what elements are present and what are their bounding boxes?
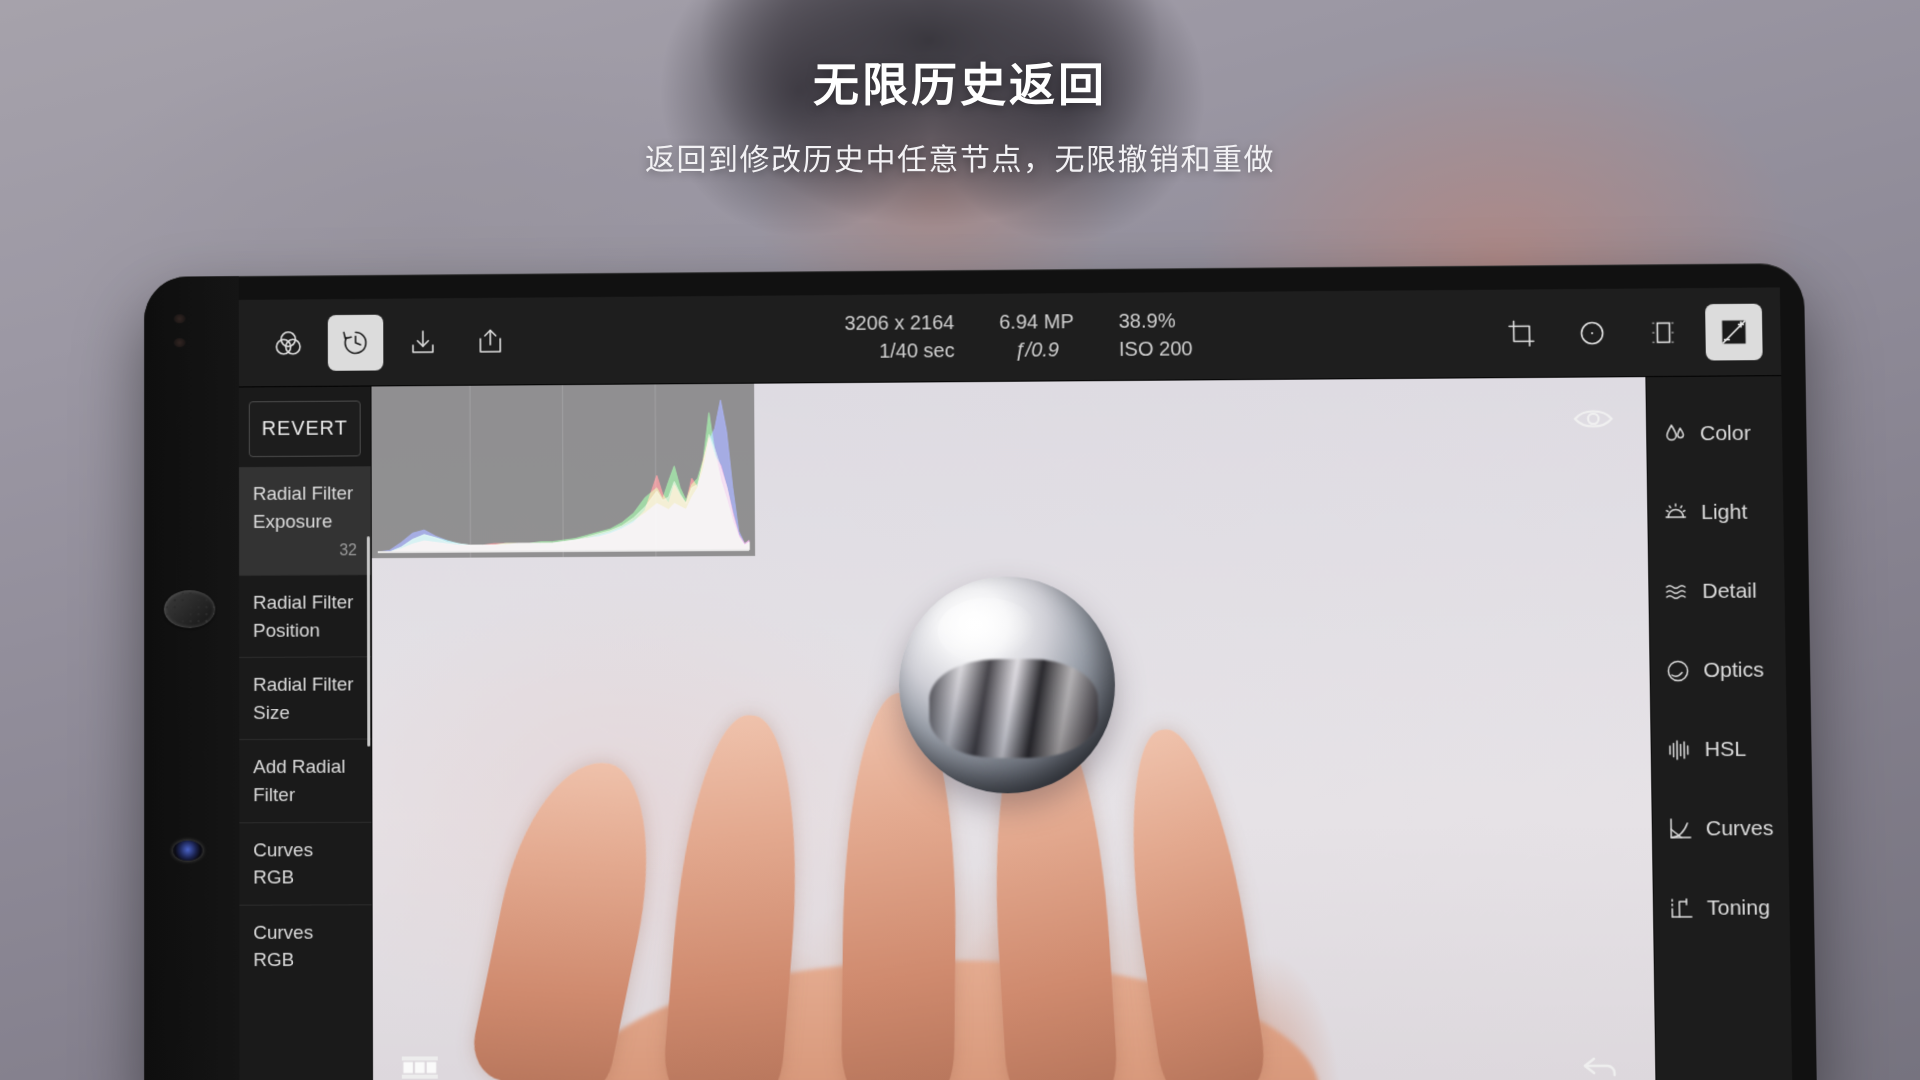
- tool-item-label: Curves: [1705, 816, 1774, 841]
- sphere-reflection: [928, 658, 1099, 759]
- image-metadata: 3206 x 2164 6.94 MP 38.9% 1/40 sec ƒ/0.9…: [807, 310, 1204, 364]
- history-item-radial-filter-position[interactable]: Radial Filter Position: [239, 574, 372, 658]
- device-mockup: 3206 x 2164 6.94 MP 38.9% 1/40 sec ƒ/0.9…: [144, 263, 1818, 1080]
- toolbar-right-group: [1493, 303, 1763, 361]
- history-item-value: 32: [339, 542, 357, 560]
- light-sensor-icon: [173, 338, 186, 348]
- histogram-chart: [371, 384, 755, 559]
- history-icon[interactable]: [327, 314, 384, 371]
- metadata-shutter-speed: 1/40 sec: [878, 340, 955, 363]
- metadata-row-bottom: 1/40 sec ƒ/0.9 ISO 200: [807, 338, 1204, 364]
- history-item-label: Curves RGB: [253, 839, 314, 889]
- curve-icon: [1667, 816, 1694, 843]
- tool-item-hsl[interactable]: HSL: [1651, 710, 1787, 790]
- eye-icon[interactable]: [1571, 404, 1616, 435]
- metadata-aperture: ƒ/0.9: [1014, 339, 1060, 362]
- history-item-label: Radial Filter Exposure: [252, 483, 354, 533]
- revert-button[interactable]: REVERT: [248, 400, 361, 458]
- tool-item-optics[interactable]: Optics: [1650, 631, 1786, 711]
- page-title: 无限历史返回: [813, 59, 1107, 111]
- metadata-dimensions: 3206 x 2164: [844, 312, 955, 335]
- device-left-rail: [144, 276, 240, 1080]
- history-item-add-radial-filter[interactable]: Add Radial Filter: [239, 738, 372, 822]
- history-item-label: Radial Filter Position: [252, 592, 354, 642]
- droplet-icon: [1661, 421, 1688, 447]
- chrome-sphere: [898, 575, 1116, 794]
- history-panel: REVERT Radial Filter Exposure 32 Radial …: [238, 386, 374, 1080]
- lens-icon: [1665, 658, 1692, 684]
- waves-icon: [1663, 579, 1690, 605]
- metadata-iso: ISO 200: [1118, 338, 1193, 361]
- frame-icon[interactable]: [1634, 304, 1692, 361]
- metadata-megapixels: 6.94 MP: [999, 311, 1074, 334]
- tools-panel: Color Light Detail Optics HSL Curves Ton…: [1645, 376, 1793, 1080]
- history-scrollbar[interactable]: [366, 536, 371, 747]
- tool-item-label: Toning: [1706, 896, 1771, 920]
- metadata-zoom-level: 38.9%: [1118, 310, 1176, 333]
- history-item-curves-rgb-2[interactable]: Curves RGB: [239, 903, 372, 987]
- rgb-histogram: [371, 383, 756, 559]
- app-screen: 3206 x 2164 6.94 MP 38.9% 1/40 sec ƒ/0.9…: [238, 287, 1793, 1080]
- tool-item-toning[interactable]: Toning: [1653, 869, 1790, 949]
- sun-icon: [1662, 500, 1689, 526]
- tool-item-curves[interactable]: Curves: [1652, 789, 1789, 869]
- metadata-row-top: 3206 x 2164 6.94 MP 38.9%: [807, 310, 1204, 336]
- history-list[interactable]: Radial Filter Exposure 32 Radial Filter …: [238, 466, 372, 1080]
- tool-item-label: Optics: [1703, 658, 1765, 683]
- toolbar-left-group: [239, 313, 518, 371]
- tool-item-label: Detail: [1702, 579, 1757, 604]
- history-item-label: Add Radial Filter: [253, 757, 346, 807]
- equalizer-icon: [1666, 737, 1693, 764]
- top-toolbar: 3206 x 2164 6.94 MP 38.9% 1/40 sec ƒ/0.9…: [238, 287, 1782, 388]
- tool-item-detail[interactable]: Detail: [1649, 552, 1785, 632]
- undo-arrow-icon[interactable]: [1580, 1051, 1621, 1080]
- color-mixer-icon[interactable]: [261, 315, 316, 371]
- filmstrip-icon[interactable]: [401, 1054, 439, 1080]
- tool-item-light[interactable]: Light: [1648, 473, 1784, 553]
- history-item-radial-filter-size[interactable]: Radial Filter Size: [239, 656, 372, 740]
- tool-item-label: HSL: [1704, 737, 1747, 762]
- tool-item-color[interactable]: Color: [1647, 394, 1783, 474]
- history-item-curves-rgb-1[interactable]: Curves RGB: [239, 821, 372, 905]
- tool-item-label: Light: [1700, 500, 1748, 525]
- history-item-label: Radial Filter Size: [253, 674, 354, 724]
- radial-filter-icon[interactable]: [1563, 304, 1620, 361]
- front-camera-icon: [172, 840, 203, 861]
- photo-canvas[interactable]: [371, 377, 1656, 1080]
- proximity-sensor-icon: [173, 314, 186, 324]
- marketing-copy: 无限历史返回 返回到修改历史中任意节点，无限撤销和重做: [0, 58, 1920, 179]
- speaker-grille-icon: [163, 590, 216, 629]
- tool-item-label: Color: [1699, 421, 1751, 446]
- revert-wrapper: REVERT: [239, 386, 371, 467]
- history-item-radial-filter-exposure[interactable]: Radial Filter Exposure 32: [238, 466, 371, 576]
- page-subtitle: 返回到修改历史中任意节点，无限撤销和重做: [645, 144, 1275, 178]
- screen-body: REVERT Radial Filter Exposure 32 Radial …: [238, 376, 1793, 1080]
- share-icon[interactable]: [462, 313, 518, 369]
- history-item-label: Curves RGB: [253, 922, 314, 972]
- before-after-icon[interactable]: [1705, 303, 1763, 361]
- crop-icon[interactable]: [1493, 305, 1550, 362]
- sphere-highlight: [937, 597, 1037, 664]
- toning-icon: [1668, 895, 1695, 922]
- download-icon[interactable]: [395, 314, 451, 370]
